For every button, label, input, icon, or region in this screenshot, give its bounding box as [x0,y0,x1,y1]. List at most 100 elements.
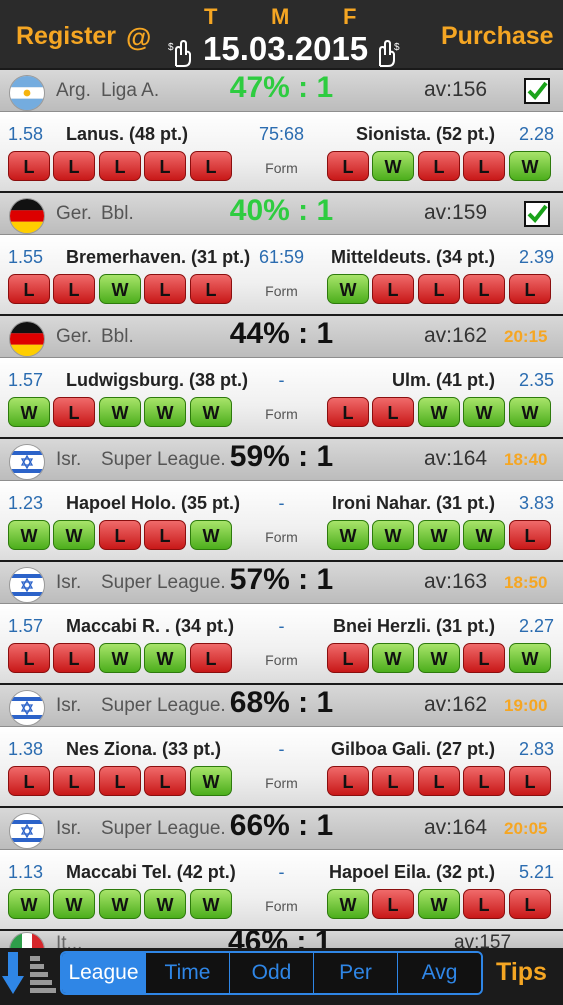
teams-row: 1.23 Hapoel Holo. (35 pt.) - Ironi Nahar. (… [0,481,563,560]
bottom-toolbar: League Time Odd Per Avg Tips [0,948,563,1000]
away-form-result: L [418,151,460,181]
away-form-result: L [327,397,369,427]
tab-league[interactable]: League [62,953,145,993]
away-odd: 2.28 [518,124,554,144]
away-form-result: L [327,766,369,796]
league-row: Arg. Liga A. 47% : 1 av:156 [0,70,563,112]
teams-row: 1.57 Maccabi R. . (34 pt.) - Bnei Herzli. (… [0,604,563,683]
teams-row: 1.57 Ludwigsburg. (38 pt.) - Ulm. (41 pt.) 2… [0,358,563,437]
away-form-result: W [418,889,460,919]
away-form-result: W [463,520,505,550]
sort-tabs: League Time Odd Per Avg [60,951,483,995]
away-form-result: W [509,397,551,427]
away-team: Hapoel Eila. (32 pt.) [328,862,495,882]
match-time: 20:05 [504,819,548,838]
top-header: Register @ T M F $ 15.03.2015 $ Purchase [0,0,563,68]
match-time: 19:00 [504,696,548,715]
away-team: Ulm. (41 pt.) [391,370,495,390]
away-odd: 2.83 [518,739,554,759]
average-points: av:163 [424,570,488,593]
away-form-result: W [327,520,369,550]
away-form-result: L [463,274,505,304]
away-form-result: W [509,643,551,673]
match-card[interactable]: Ger. Bbl. 44% : 1 av:162 20:15 1.57 Ludwigsbur… [0,316,563,437]
away-form-result: L [509,274,551,304]
average-points: av:159 [424,201,488,224]
teams-row: 1.58 Lanus. (48 pt.) 75:68 Sionista. (52 pt… [0,112,563,191]
sort-descending-icon[interactable] [0,948,58,1000]
match-card[interactable]: Ger. Bbl. 40% : 1 av:159 1.55 Bremerhaven. (3… [0,193,563,314]
current-date: 15.03.2015 [203,30,369,67]
away-form-result: W [418,520,460,550]
next-day-hand-icon[interactable]: $ [370,38,402,68]
away-form-result: L [327,643,369,673]
away-odd: 3.83 [518,493,554,513]
filter-letter-m[interactable]: M [271,4,289,30]
match-card[interactable]: Arg. Liga A. 47% : 1 av:156 1.58 Lanus. (48 p… [0,70,563,191]
away-form-result: W [418,397,460,427]
average-points: av:156 [424,78,488,101]
register-button[interactable]: Register [16,22,116,51]
away-team: Sionista. (52 pt.) [355,124,495,144]
filter-letter-t[interactable]: T [204,4,217,30]
away-form-result: W [327,889,369,919]
filter-letter-f[interactable]: F [343,4,356,30]
away-form-result: L [372,889,414,919]
tab-avg[interactable]: Avg [397,953,481,993]
league-row: Ger. Bbl. 44% : 1 av:162 20:15 [0,316,563,358]
league-row: Isr. Super League. 68% : 1 av:162 19:00 [0,685,563,727]
match-time: 20:15 [504,327,548,346]
away-team: Gilboa Gali. (27 pt.) [330,739,495,759]
away-form-result: L [509,766,551,796]
league-row: Isr. Super League. 66% : 1 av:164 20:05 [0,808,563,850]
away-form-result: L [372,766,414,796]
prev-day-hand-icon[interactable]: $ [166,38,198,68]
average-points: av:164 [424,816,488,839]
league-row: Isr. Super League. 59% : 1 av:164 18:40 [0,439,563,481]
away-team: Bnei Herzli. (31 pt.) [332,616,495,636]
checkbox-checked-icon[interactable] [524,78,550,104]
tips-button[interactable]: Tips [496,958,547,987]
checkbox-checked-icon[interactable] [524,201,550,227]
away-team: Mitteldeuts. (34 pt.) [330,247,495,267]
away-odd: 2.35 [518,370,554,390]
match-time: 18:40 [504,450,548,469]
teams-row: 1.38 Nes Ziona. (33 pt.) - Gilboa Gali. (27… [0,727,563,806]
away-form-result: W [372,643,414,673]
away-odd: 2.27 [518,616,554,636]
away-form-result: W [327,274,369,304]
tab-time[interactable]: Time [145,953,229,993]
away-form-result: L [509,889,551,919]
tab-per[interactable]: Per [313,953,397,993]
away-form-result: W [463,397,505,427]
away-form-result: L [463,643,505,673]
away-form-result: W [372,151,414,181]
purchase-button[interactable]: Purchase [441,22,554,51]
match-card[interactable]: Isr. Super League. 66% : 1 av:164 20:05 1.13 M… [0,808,563,929]
away-form-result: L [509,520,551,550]
average-points: av:162 [424,693,488,716]
match-card[interactable]: Isr. Super League. 59% : 1 av:164 18:40 1.23 H… [0,439,563,560]
teams-row: 1.55 Bremerhaven. (31 pt.) 61:59 Mitteldeut… [0,235,563,314]
away-form-result: L [418,766,460,796]
away-form-result: L [463,766,505,796]
away-form-result: L [418,274,460,304]
match-card[interactable]: Isr. Super League. 68% : 1 av:162 19:00 1.38 N… [0,685,563,806]
at-icon[interactable]: @ [126,22,151,53]
away-form-result: L [372,274,414,304]
match-card[interactable]: Isr. Super League. 57% : 1 av:163 18:50 1.57 M… [0,562,563,683]
away-form-result: W [509,151,551,181]
teams-row: 1.13 Maccabi Tel. (42 pt.) - Hapoel Eila. (… [0,850,563,929]
away-odd: 2.39 [518,247,554,267]
away-form-result: L [327,151,369,181]
away-form-result: W [372,520,414,550]
away-form-result: L [463,151,505,181]
average-points: av:164 [424,447,488,470]
tab-odd[interactable]: Odd [229,953,313,993]
away-form-result: L [372,397,414,427]
svg-text:$: $ [168,42,174,53]
average-points: av:162 [424,324,488,347]
away-form-result: W [418,643,460,673]
away-team: Ironi Nahar. (31 pt.) [331,493,495,513]
away-odd: 5.21 [518,862,554,882]
